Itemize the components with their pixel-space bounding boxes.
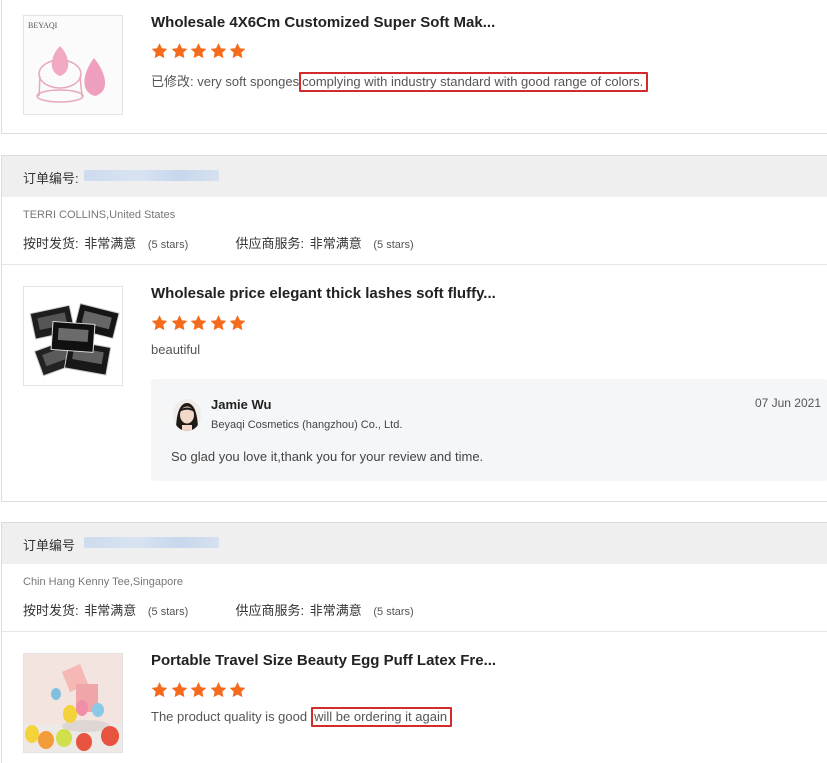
star-icon xyxy=(228,314,247,332)
order-number-label: 订单编号: xyxy=(23,171,79,186)
order-header: 订单编号 xyxy=(2,523,827,564)
star-icon xyxy=(228,42,247,60)
buyer-name: Chin Hang Kenny Tee,Singapore xyxy=(23,576,184,588)
star-rating xyxy=(150,42,248,62)
review-highlight: will be ordering it again xyxy=(311,707,453,727)
rating-value: 非常满意 xyxy=(84,603,137,618)
star-icon xyxy=(209,681,228,699)
star-icon xyxy=(150,681,169,699)
ratings-row: 按时发货: 非常满意 (5 stars) 供应商服务: 非常满意 (5 star… xyxy=(23,233,414,252)
review-card: BEYAQI Wholesale 4X6Cm Customized Super … xyxy=(1,0,827,134)
review-card: 订单编号: TERRI COLLINS,United States 按时发货: … xyxy=(1,155,827,502)
product-thumbnail-sponge[interactable]: BEYAQI xyxy=(23,15,123,115)
thumb-brand-logo: BEYAQI xyxy=(28,21,58,30)
product-thumbnail-puffs[interactable] xyxy=(23,653,123,753)
rating-stars-text: (5 stars) xyxy=(373,606,414,618)
reply-company: Beyaqi Cosmetics (hangzhou) Co., Ltd. xyxy=(211,419,403,431)
rating-value: 非常满意 xyxy=(84,236,137,251)
review-text: beautiful xyxy=(151,342,201,357)
order-number-redacted xyxy=(84,537,219,548)
order-number-redacted xyxy=(84,170,219,181)
star-rating xyxy=(150,314,248,334)
star-icon xyxy=(189,314,208,332)
avatar-icon xyxy=(173,399,201,431)
divider xyxy=(2,264,827,265)
product-title[interactable]: Wholesale 4X6Cm Customized Super Soft Ma… xyxy=(151,14,495,31)
product-title[interactable]: Wholesale price elegant thick lashes sof… xyxy=(151,285,496,302)
star-rating xyxy=(150,681,248,701)
rating-key: 供应商服务: xyxy=(235,236,305,251)
puffs-image xyxy=(24,654,122,752)
reply-date: 07 Jun 2021 xyxy=(754,396,821,410)
supplier-reply: Jamie Wu Beyaqi Cosmetics (hangzhou) Co.… xyxy=(151,379,827,481)
sponge-image: BEYAQI xyxy=(24,16,122,114)
star-icon xyxy=(150,314,169,332)
star-icon xyxy=(228,681,247,699)
rating-key: 按时发货: xyxy=(23,603,79,618)
reply-text: So glad you love it,thank you for your r… xyxy=(171,449,484,464)
review-card: 订单编号 Chin Hang Kenny Tee,Singapore 按时发货:… xyxy=(1,522,827,763)
review-text: 已修改: very soft sponges complying with ind… xyxy=(151,71,649,92)
rating-stars-text: (5 stars) xyxy=(373,239,414,251)
divider xyxy=(2,631,827,632)
star-icon xyxy=(209,42,228,60)
lashes-image xyxy=(24,287,122,385)
order-header: 订单编号: xyxy=(2,156,827,197)
rating-key: 供应商服务: xyxy=(235,603,305,618)
rating-stars-text: (5 stars) xyxy=(147,239,189,251)
star-icon xyxy=(189,42,208,60)
star-icon xyxy=(170,314,189,332)
product-thumbnail-lashes[interactable] xyxy=(23,286,123,386)
star-icon xyxy=(170,42,189,60)
order-number-label: 订单编号 xyxy=(23,538,76,553)
ratings-row: 按时发货: 非常满意 (5 stars) 供应商服务: 非常满意 (5 star… xyxy=(23,600,414,619)
rating-stars-text: (5 stars) xyxy=(147,606,189,618)
buyer-name: TERRI COLLINS,United States xyxy=(23,209,176,221)
star-icon xyxy=(170,681,189,699)
rating-value: 非常满意 xyxy=(309,603,362,618)
star-icon xyxy=(209,314,228,332)
rating-value: 非常满意 xyxy=(309,236,362,251)
avatar xyxy=(173,399,201,431)
product-title[interactable]: Portable Travel Size Beauty Egg Puff Lat… xyxy=(151,652,496,669)
review-text-prefix: The product quality is good xyxy=(151,709,308,724)
reply-author-name: Jamie Wu xyxy=(211,397,272,412)
review-text-prefix: 已修改: very soft sponges xyxy=(151,74,300,89)
star-icon xyxy=(150,42,169,60)
star-icon xyxy=(189,681,208,699)
review-text: The product quality is good will be order… xyxy=(151,707,453,727)
review-highlight: complying with industry standard with go… xyxy=(299,72,649,92)
rating-key: 按时发货: xyxy=(23,236,79,251)
